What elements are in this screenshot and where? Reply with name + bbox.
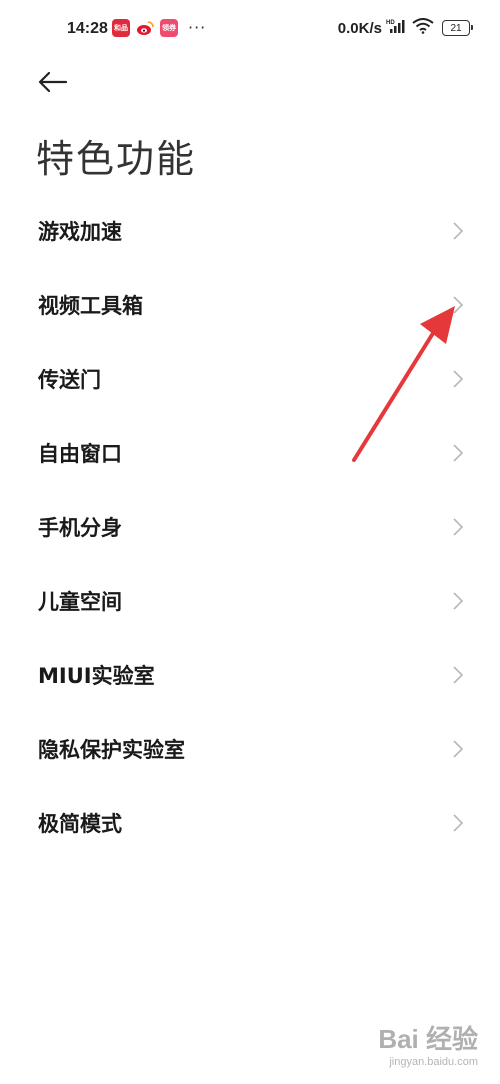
menu-item-label: 儿童空间: [38, 590, 122, 614]
coupon-app-icon: 领券: [160, 19, 178, 37]
menu-item-free-window[interactable]: 自由窗口: [0, 416, 500, 490]
chevron-right-icon: [452, 221, 464, 241]
network-speed: 0.0K/s: [337, 19, 382, 37]
svg-text:HD: HD: [386, 20, 395, 26]
menu-item-kids-space[interactable]: 儿童空间: [0, 564, 500, 638]
weibo-icon: [136, 19, 154, 37]
more-notifications-icon: ···: [188, 18, 207, 37]
menu-item-label: 极简模式: [38, 812, 122, 836]
watermark-url: jingyan.baidu.com: [389, 1056, 478, 1068]
chevron-right-icon: [452, 739, 464, 759]
menu-item-label: 传送门: [38, 368, 101, 392]
menu-item-game-turbo[interactable]: 游戏加速: [0, 194, 500, 268]
menu-item-miui-lab[interactable]: MIUI实验室: [0, 638, 500, 712]
status-time: 14:28: [67, 20, 108, 37]
menu-item-label: MIUI实验室: [38, 664, 155, 688]
status-right: 0.0K/s HD 21: [337, 18, 473, 38]
chevron-right-icon: [452, 295, 464, 315]
chevron-right-icon: [452, 665, 464, 685]
menu-item-label: 自由窗口: [38, 442, 122, 466]
signal-icon: HD: [386, 18, 408, 38]
chevron-right-icon: [452, 443, 464, 463]
back-button[interactable]: [36, 68, 70, 96]
menu-item-label: 手机分身: [38, 516, 122, 540]
chevron-right-icon: [452, 591, 464, 611]
chevron-right-icon: [452, 517, 464, 537]
menu-item-video-toolbox[interactable]: 视频工具箱: [0, 268, 500, 342]
back-arrow-icon: [38, 71, 68, 93]
menu-item-second-space[interactable]: 手机分身: [0, 490, 500, 564]
notification-icons: 和品 领券 ···: [112, 19, 206, 37]
menu-item-label: 隐私保护实验室: [38, 738, 185, 762]
battery-icon: 21: [442, 20, 473, 36]
shop-app-icon: 和品: [112, 19, 130, 37]
chevron-right-icon: [452, 369, 464, 389]
chevron-right-icon: [452, 813, 464, 833]
menu-item-minimal-mode[interactable]: 极简模式: [0, 786, 500, 860]
menu-item-label: 游戏加速: [38, 220, 122, 244]
menu-item-label: 视频工具箱: [38, 294, 143, 318]
status-bar: 14:28 和品 领券 ··· 0.0K/s HD 21: [0, 0, 500, 60]
baidu-watermark: Bai 经验 jingyan.baidu.com: [378, 1019, 478, 1068]
wifi-icon: [412, 18, 434, 38]
watermark-logo: Bai 经验: [378, 1024, 478, 1054]
menu-item-portal[interactable]: 传送门: [0, 342, 500, 416]
page-title: 特色功能: [36, 137, 197, 181]
feature-menu-list: 游戏加速 视频工具箱 传送门 自由窗口 手机分身 儿童空间 MIUI实验室 隐私…: [0, 194, 500, 860]
menu-item-privacy-lab[interactable]: 隐私保护实验室: [0, 712, 500, 786]
